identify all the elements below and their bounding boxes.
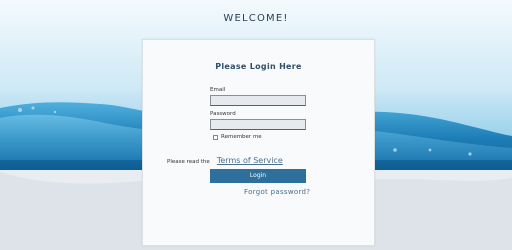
login-title: Please Login Here	[215, 62, 302, 71]
login-card: Please Login Here Email Password Remembe…	[142, 39, 375, 246]
remember-label: Remember me	[221, 134, 262, 140]
remember-me[interactable]: Remember me	[213, 134, 262, 140]
terms-notice: Please read the Terms of Service	[167, 148, 283, 167]
remember-checkbox[interactable]	[213, 134, 218, 140]
email-field[interactable]	[210, 95, 306, 106]
password-field[interactable]	[210, 119, 306, 130]
forgot-password-link[interactable]: Forgot password?	[244, 188, 310, 196]
password-label: Password	[210, 111, 236, 117]
welcome-heading: WELCOME!	[223, 13, 289, 24]
login-button[interactable]: Login	[210, 169, 306, 183]
email-label: Email	[210, 87, 226, 93]
terms-of-service-link[interactable]: Terms of Service	[217, 156, 283, 165]
terms-prefix: Please read the	[167, 159, 210, 165]
